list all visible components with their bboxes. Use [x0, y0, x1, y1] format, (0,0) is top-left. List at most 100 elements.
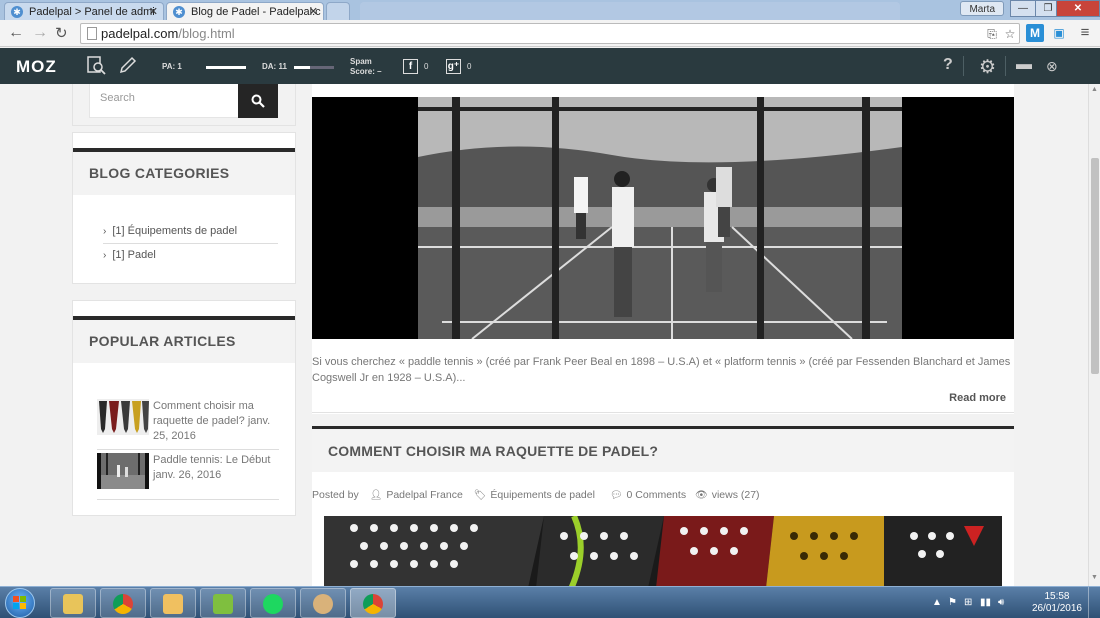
article-title: Paddle tennis: Le Début	[153, 454, 271, 466]
close-tab-icon[interactable]: ✕	[149, 3, 158, 20]
popular-article-item[interactable]: Comment choisir ma raquette de padel? ja…	[97, 399, 279, 443]
divider	[312, 412, 1014, 413]
translate-icon[interactable]: ⎘	[983, 25, 1001, 43]
post-category[interactable]: Équipements de padel	[490, 489, 595, 501]
show-hidden-icons-icon[interactable]: ▲	[932, 597, 942, 608]
spotify-taskbar-button[interactable]	[250, 588, 296, 618]
padelpal-favicon-icon: ✱	[11, 6, 23, 18]
start-button[interactable]	[5, 588, 35, 618]
windows-update-icon[interactable]: ⊞	[964, 597, 972, 608]
widget-title: BLOG CATEGORIES	[89, 165, 230, 181]
divider	[97, 499, 279, 500]
forward-arrow-icon[interactable]: →	[32, 24, 48, 42]
system-clock[interactable]: 15:58 26/01/2016	[1032, 591, 1082, 615]
close-tab-icon[interactable]: ✕	[309, 3, 318, 20]
article-thumbnail	[97, 399, 149, 435]
eye-icon: 👁︎	[695, 490, 708, 501]
category-link[interactable]: › [1] Padel	[103, 243, 278, 267]
divider	[1005, 56, 1006, 76]
help-icon[interactable]: ?	[943, 56, 953, 74]
chrome-menu-icon[interactable]: ≡	[1076, 24, 1094, 42]
widget-header: POPULAR ARTICLES	[73, 320, 295, 363]
scrollbar-thumb[interactable]	[1091, 158, 1099, 374]
scroll-up-icon[interactable]: ▲	[1091, 86, 1098, 93]
chrome-icon	[363, 594, 383, 614]
windows-logo-icon	[13, 596, 26, 609]
read-more-link[interactable]: Read more	[949, 392, 1006, 404]
extension-icon[interactable]: ▣	[1050, 24, 1068, 42]
explorer-taskbar-button[interactable]	[50, 588, 96, 618]
search-widget	[72, 84, 296, 126]
user-icon: 👤︎	[369, 490, 383, 501]
post-header: COMMENT CHOISIR MA RAQUETTE DE PADEL?	[312, 429, 1014, 472]
show-desktop-button[interactable]	[1088, 587, 1100, 618]
page-icon	[87, 27, 97, 40]
bookmark-star-icon[interactable]: ☆	[1001, 25, 1019, 43]
highlight-pencil-icon[interactable]	[118, 55, 138, 80]
popular-article-item[interactable]: Paddle tennis: Le Début janv. 26, 2016	[97, 453, 279, 493]
chevron-right-icon: ›	[103, 226, 107, 237]
moz-logo: MOZ	[16, 57, 57, 76]
tab-title: Blog de Padel - Padelpal.c	[191, 6, 321, 18]
article-title: Comment choisir ma raquette de padel?	[153, 400, 254, 427]
paint-taskbar-button[interactable]	[200, 588, 246, 618]
post-title[interactable]: COMMENT CHOISIR MA RAQUETTE DE PADEL?	[328, 443, 658, 459]
divider	[963, 56, 964, 76]
divider	[97, 449, 279, 450]
blog-post-card: COMMENT CHOISIR MA RAQUETTE DE PADEL? Po…	[312, 426, 1014, 586]
blog-categories-widget: BLOG CATEGORIES › [1] Équipements de pade…	[72, 132, 296, 284]
chrome-active-taskbar-button[interactable]	[350, 588, 396, 618]
minimize-icon[interactable]: —	[1010, 0, 1036, 17]
post-image[interactable]	[312, 97, 1014, 339]
article-text: Comment choisir ma raquette de padel? ja…	[153, 399, 281, 444]
paint-palette-taskbar-button[interactable]	[300, 588, 346, 618]
browser-user-button[interactable]: Marta	[960, 1, 1004, 16]
system-tray: ▲ ⚑ ⊞ ▮▮ 🔊︎ 15:58 26/01/2016	[922, 587, 1100, 618]
post-image[interactable]	[324, 516, 1002, 586]
chrome-taskbar-button[interactable]	[100, 588, 146, 618]
post-views: views (27)	[711, 489, 760, 501]
page-authority-label: PA: 1	[162, 62, 182, 71]
facebook-count: 0	[424, 62, 429, 71]
palette-icon	[313, 594, 333, 614]
facebook-icon[interactable]: f	[403, 59, 418, 74]
gear-icon[interactable]: ⚙	[979, 56, 996, 79]
article-text: Paddle tennis: Le Début janv. 26, 2016	[153, 453, 281, 483]
google-plus-icon[interactable]: g⁺	[446, 59, 461, 74]
page-viewport: Search BLOG CATEGORIES › [1] Équipements …	[0, 84, 1088, 586]
post-comments[interactable]: 0 Comments	[627, 489, 687, 501]
post-author[interactable]: Padelpal France	[386, 489, 462, 501]
reload-icon[interactable]: ↻	[55, 24, 68, 42]
network-icon[interactable]: ▮▮	[980, 597, 991, 608]
flag-icon[interactable]: ⚑	[948, 597, 957, 608]
background-tabs-blur	[360, 2, 900, 20]
tab-padelpal-admin[interactable]: ✱ Padelpal > Panel de admi ✕	[4, 2, 164, 20]
new-tab-button[interactable]	[326, 2, 350, 20]
page-analysis-icon[interactable]	[86, 55, 106, 80]
moz-extension-icon[interactable]: M	[1026, 24, 1044, 42]
url-text: padelpal.com/blog.html	[101, 26, 235, 41]
scroll-down-icon[interactable]: ▼	[1091, 574, 1098, 581]
mozbar: MOZ PA: 1 DA: 11 Spam Score: – f 0 g⁺ 0 …	[0, 48, 1100, 84]
category-link[interactable]: › [1] Équipements de padel	[103, 219, 278, 243]
volume-icon[interactable]: 🔊︎	[998, 597, 1004, 608]
page-authority-meter	[206, 66, 246, 69]
collapse-bar-icon[interactable]: ▬	[1016, 56, 1032, 74]
padel-rackets-photo	[324, 516, 1002, 586]
article-thumbnail	[97, 453, 149, 489]
page-scrollbar[interactable]: ▲ ▼	[1088, 84, 1100, 586]
padelpal-favicon-icon: ✱	[173, 6, 185, 18]
spotify-icon	[263, 594, 283, 614]
tab-blog-padel[interactable]: ✱ Blog de Padel - Padelpal.c ✕	[166, 2, 324, 20]
window-close-icon[interactable]: ✕	[1056, 0, 1100, 17]
paddle-tennis-photo	[312, 97, 1014, 339]
browser-toolbar: ← → ↻ padelpal.com/blog.html ⎘ ☆ M ▣ ≡	[0, 20, 1100, 47]
google-plus-count: 0	[467, 62, 472, 71]
blog-post-card: Si vous cherchez « paddle tennis » (créé…	[312, 84, 1014, 414]
close-mozbar-icon[interactable]: ⊗	[1046, 58, 1058, 75]
back-arrow-icon[interactable]: ←	[8, 24, 24, 42]
photo-gallery-icon	[163, 594, 183, 614]
address-bar[interactable]: padelpal.com/blog.html ⎘ ☆	[80, 23, 1020, 44]
spam-score: Spam Score: –	[350, 57, 382, 76]
photos-taskbar-button[interactable]	[150, 588, 196, 618]
